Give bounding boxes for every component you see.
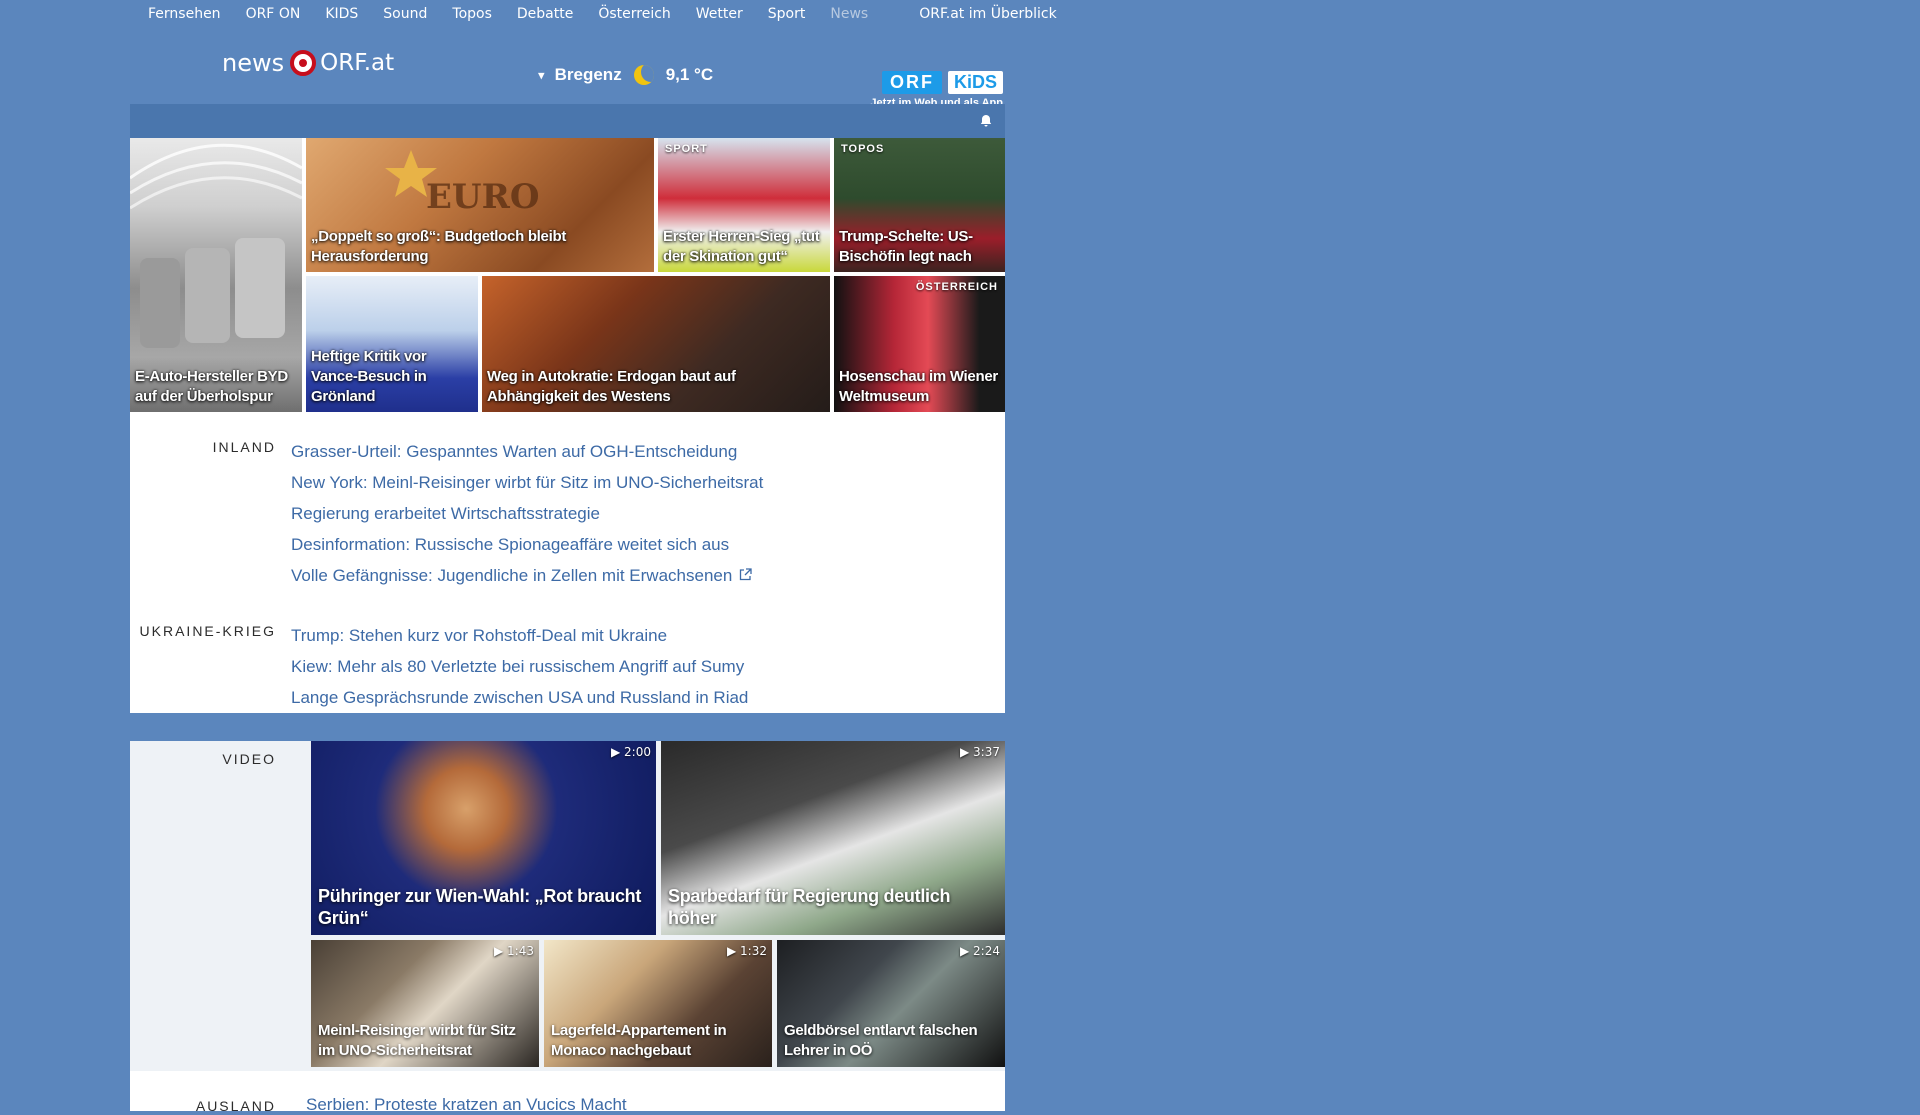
video-duration: ▶ 1:32 bbox=[727, 944, 767, 958]
story-tile[interactable]: Heftige Kritik vor Vance-Besuch in Grönl… bbox=[306, 276, 478, 412]
story-caption: Heftige Kritik vor Vance-Besuch in Grönl… bbox=[311, 348, 427, 405]
story-caption: Hosenschau im Wiener Weltmuseum bbox=[839, 368, 998, 405]
nav-oesterreich[interactable]: Österreich bbox=[598, 6, 670, 22]
duration-text: 2:00 bbox=[624, 745, 651, 759]
site-logo[interactable]: news ORF.at bbox=[222, 49, 394, 77]
duration-text: 1:32 bbox=[740, 944, 767, 958]
section-ausland: AUSLAND Serbien: Proteste kratzen an Vuc… bbox=[130, 1071, 1005, 1114]
nav-sport[interactable]: Sport bbox=[768, 6, 806, 22]
chevron-down-icon: ▼ bbox=[538, 68, 545, 82]
category-label: ÖSTERREICH bbox=[915, 281, 998, 293]
video-duration: ▶ 2:00 bbox=[611, 745, 651, 759]
story-tile[interactable]: Weg in Autokratie: Erdogan baut auf Abhä… bbox=[482, 276, 830, 412]
story-caption: Erster Herren-Sieg „tut der Skination gu… bbox=[663, 228, 820, 265]
video-duration: ▶ 2:24 bbox=[960, 944, 1000, 958]
duration-text: 2:24 bbox=[973, 944, 1000, 958]
news-link[interactable]: Serbien: Proteste kratzen an Vucics Mach… bbox=[306, 1095, 627, 1115]
moon-icon bbox=[633, 65, 654, 85]
video-tile[interactable]: ▶ 2:24 Geldbörsel entlarvt falschen Lehr… bbox=[777, 940, 1005, 1067]
news-link[interactable]: Desinformation: Russische Spionageaffäre… bbox=[291, 529, 763, 560]
section-label: INLAND bbox=[212, 439, 276, 455]
section-label: UKRAINE-KRIEG bbox=[139, 623, 276, 639]
orf-kids-logo-kids: KiDS bbox=[947, 71, 1003, 94]
orf-kids-logo: ORF KiDS bbox=[870, 71, 1003, 94]
video-caption: Geldbörsel entlarvt falschen Lehrer in O… bbox=[784, 1022, 978, 1059]
news-link[interactable]: Kiew: Mehr als 80 Verletzte bei russisch… bbox=[291, 651, 748, 682]
nav-debatte[interactable]: Debatte bbox=[517, 6, 573, 22]
nav-fernsehen[interactable]: Fernsehen bbox=[148, 6, 221, 22]
section-inland: INLAND Grasser-Urteil: Gespanntes Warten… bbox=[130, 436, 1005, 592]
section-label: VIDEO bbox=[222, 751, 276, 767]
video-caption: Meinl-Reisinger wirbt für Sitz im UNO-Si… bbox=[318, 1022, 516, 1059]
logo-news-text: news bbox=[222, 49, 285, 77]
story-caption: E-Auto-Hersteller BYD auf der Überholspu… bbox=[135, 368, 288, 405]
external-link-icon bbox=[739, 561, 752, 592]
video-caption: Lagerfeld-Appartement in Monaco nachgeba… bbox=[551, 1022, 727, 1059]
weather-widget[interactable]: ▼ Bregenz 9,1 °C bbox=[538, 65, 713, 85]
orf-eye-icon bbox=[290, 50, 317, 76]
news-link[interactable]: Regierung erarbeitet Wirtschaftsstrategi… bbox=[291, 498, 763, 529]
nav-news[interactable]: News bbox=[830, 6, 868, 22]
news-link[interactable]: Grasser-Urteil: Gespanntes Warten auf OG… bbox=[291, 436, 763, 467]
story-tile[interactable]: E-Auto-Hersteller BYD auf der Überholspu… bbox=[130, 138, 302, 412]
news-link[interactable]: Trump: Stehen kurz vor Rohstoff-Deal mit… bbox=[291, 620, 748, 651]
logo-site-text: ORF.at bbox=[320, 50, 395, 76]
category-label: SPORT bbox=[665, 143, 708, 155]
story-caption: „Doppelt so groß“: Budgetloch bleibt Her… bbox=[311, 228, 567, 265]
nav-orf-on[interactable]: ORF ON bbox=[246, 6, 301, 22]
video-section: VIDEO ▶ 2:00 Pühringer zur Wien-Wahl: „R… bbox=[130, 741, 1005, 1071]
svg-text:EURO: EURO bbox=[426, 177, 539, 217]
news-link-item[interactable]: Volle Gefängnisse: Jugendliche in Zellen… bbox=[291, 560, 763, 592]
orf-kids-logo-orf: ORF bbox=[881, 71, 942, 94]
video-caption: Pühringer zur Wien-Wahl: „Rot braucht Gr… bbox=[318, 886, 642, 928]
top-stories-grid: E-Auto-Hersteller BYD auf der Überholspu… bbox=[130, 138, 1005, 412]
link-list: Grasser-Urteil: Gespanntes Warten auf OG… bbox=[291, 436, 763, 592]
video-duration: ▶ 3:37 bbox=[960, 745, 1000, 759]
site-header: news ORF.at ▼ Bregenz 9,1 °C ORF KiDS Je… bbox=[130, 27, 1005, 109]
notification-bar bbox=[130, 104, 1005, 138]
top-navigation: Fernsehen ORF ON KIDS Sound Topos Debatt… bbox=[130, 0, 1057, 27]
story-caption: Weg in Autokratie: Erdogan baut auf Abhä… bbox=[487, 368, 736, 405]
duration-text: 1:43 bbox=[507, 944, 534, 958]
duration-text: 3:37 bbox=[973, 745, 1000, 759]
category-label: TOPOS bbox=[841, 143, 885, 155]
news-link[interactable]: New York: Meinl-Reisinger wirbt für Sitz… bbox=[291, 467, 763, 498]
story-caption: Trump-Schelte: US-Bischöfin legt nach bbox=[839, 228, 973, 265]
nav-sound[interactable]: Sound bbox=[383, 6, 427, 22]
video-caption: Sparbedarf für Regierung deutlich höher bbox=[668, 886, 951, 928]
video-tile[interactable]: ▶ 1:32 Lagerfeld-Appartement in Monaco n… bbox=[544, 940, 772, 1067]
video-duration: ▶ 1:43 bbox=[494, 944, 534, 958]
story-tile[interactable]: EURO „Doppelt so groß“: Budgetloch bleib… bbox=[306, 138, 654, 272]
video-tile[interactable]: ▶ 2:00 Pühringer zur Wien-Wahl: „Rot bra… bbox=[311, 741, 656, 935]
bell-icon[interactable] bbox=[979, 114, 993, 128]
nav-topos[interactable]: Topos bbox=[452, 6, 491, 22]
news-link[interactable]: Lange Gesprächsrunde zwischen USA und Ru… bbox=[291, 682, 748, 713]
news-lists: INLAND Grasser-Urteil: Gespanntes Warten… bbox=[130, 412, 1005, 713]
story-tile[interactable]: TOPOS Trump-Schelte: US-Bischöfin legt n… bbox=[834, 138, 1005, 272]
story-tile[interactable]: ÖSTERREICH Hosenschau im Wiener Weltmuse… bbox=[834, 276, 1005, 412]
video-tile[interactable]: ▶ 1:43 Meinl-Reisinger wirbt für Sitz im… bbox=[311, 940, 539, 1067]
section-label: AUSLAND bbox=[195, 1098, 276, 1114]
video-tile[interactable]: ▶ 3:37 Sparbedarf für Regierung deutlich… bbox=[661, 741, 1005, 935]
page: Fernsehen ORF ON KIDS Sound Topos Debatt… bbox=[130, 0, 1057, 1114]
nav-overview[interactable]: ORF.at im Überblick bbox=[919, 6, 1056, 22]
section-ukraine-krieg: UKRAINE-KRIEG Trump: Stehen kurz vor Roh… bbox=[130, 620, 1005, 713]
news-link[interactable]: Volle Gefängnisse: Jugendliche in Zellen… bbox=[291, 566, 732, 585]
story-tile[interactable]: SPORT Erster Herren-Sieg „tut der Skinat… bbox=[658, 138, 830, 272]
weather-temperature: 9,1 °C bbox=[665, 65, 714, 84]
weather-city: Bregenz bbox=[554, 65, 622, 84]
nav-kids[interactable]: KIDS bbox=[325, 6, 358, 22]
nav-wetter[interactable]: Wetter bbox=[696, 6, 743, 22]
link-list: Trump: Stehen kurz vor Rohstoff-Deal mit… bbox=[291, 620, 748, 713]
